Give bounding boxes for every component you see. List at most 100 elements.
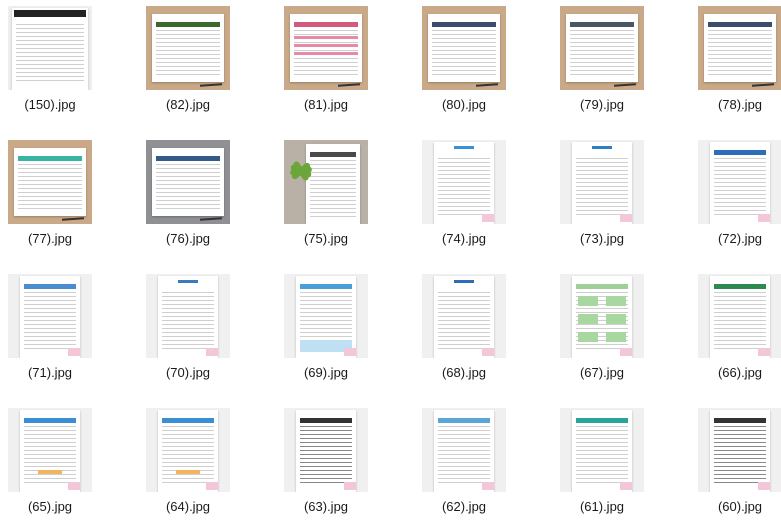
- file-tile[interactable]: (150).jpg: [3, 3, 141, 123]
- table-rule: [714, 470, 766, 471]
- image-thumbnail: [146, 408, 230, 492]
- table-rule: [24, 434, 76, 435]
- file-tile[interactable]: (81).jpg: [279, 3, 417, 123]
- file-tile[interactable]: (80).jpg: [417, 3, 555, 123]
- file-tile[interactable]: (64).jpg: [141, 405, 279, 525]
- table-rule: [18, 176, 82, 177]
- table-rule: [438, 190, 490, 191]
- table-rule: [570, 70, 634, 71]
- table-rule: [438, 336, 490, 337]
- table-rule: [708, 50, 772, 51]
- table-rule: [438, 340, 490, 341]
- table-rule: [570, 50, 634, 51]
- table-rule: [438, 478, 490, 479]
- table-rule: [576, 434, 628, 435]
- table-rule: [708, 34, 772, 35]
- table-rule: [714, 206, 766, 207]
- file-tile[interactable]: (61).jpg: [555, 405, 693, 525]
- file-tile[interactable]: (78).jpg: [693, 3, 781, 123]
- file-tile[interactable]: (74).jpg: [417, 137, 555, 257]
- table-rule: [438, 470, 490, 471]
- table-rule: [294, 62, 358, 63]
- table-rule: [156, 208, 220, 209]
- file-tile[interactable]: (72).jpg: [693, 137, 781, 257]
- table-rule: [714, 474, 766, 475]
- table-rule: [300, 466, 352, 467]
- green-cell: [606, 296, 626, 306]
- file-tile[interactable]: (65).jpg: [3, 405, 141, 525]
- file-tile[interactable]: (63).jpg: [279, 405, 417, 525]
- table-rule: [438, 474, 490, 475]
- file-tile[interactable]: (76).jpg: [141, 137, 279, 257]
- table-rule: [310, 164, 356, 165]
- table-rule: [162, 474, 214, 475]
- table-rule: [714, 442, 766, 443]
- table-rule: [714, 438, 766, 439]
- file-tile[interactable]: (71).jpg: [3, 271, 141, 391]
- table-rule: [576, 446, 628, 447]
- table-rule: [18, 208, 82, 209]
- table-rule: [570, 42, 634, 43]
- file-tile[interactable]: (70).jpg: [141, 271, 279, 391]
- table-rule: [24, 320, 76, 321]
- file-tile[interactable]: (66).jpg: [693, 271, 781, 391]
- file-tile[interactable]: (69).jpg: [279, 271, 417, 391]
- table-rule: [156, 70, 220, 71]
- table-rule: [438, 438, 490, 439]
- image-thumbnail: [422, 140, 506, 224]
- table-rule: [300, 320, 352, 321]
- file-name-label: (70).jpg: [165, 365, 211, 380]
- table-rule: [438, 206, 490, 207]
- table-rule: [438, 174, 490, 175]
- table-rule: [156, 54, 220, 55]
- table-rule: [162, 438, 214, 439]
- image-thumbnail: [698, 408, 781, 492]
- table-rule: [310, 172, 356, 173]
- table-rule: [162, 434, 214, 435]
- table-rule: [162, 458, 214, 459]
- title-mark: [454, 146, 474, 149]
- table-rule: [300, 458, 352, 459]
- header-band: [576, 284, 628, 289]
- table-rule: [156, 172, 220, 173]
- file-tile[interactable]: (73).jpg: [555, 137, 693, 257]
- table-rule: [310, 208, 356, 209]
- table-rule: [16, 60, 84, 61]
- document-page: [296, 276, 356, 358]
- table-rule: [576, 344, 628, 345]
- table-rule: [438, 316, 490, 317]
- table-rule: [294, 66, 358, 67]
- table-rule: [714, 162, 766, 163]
- table-rule: [18, 192, 82, 193]
- file-tile[interactable]: (77).jpg: [3, 137, 141, 257]
- document-page: [566, 14, 638, 82]
- header-band: [156, 22, 220, 27]
- decorative-corner: [620, 214, 632, 222]
- table-rule: [24, 332, 76, 333]
- table-rule: [708, 46, 772, 47]
- table-rule: [300, 312, 352, 313]
- file-tile[interactable]: (68).jpg: [417, 271, 555, 391]
- file-tile[interactable]: (79).jpg: [555, 3, 693, 123]
- image-thumbnail: [698, 6, 781, 90]
- table-rule: [576, 186, 628, 187]
- file-tile[interactable]: (75).jpg: [279, 137, 417, 257]
- decorative-corner: [620, 348, 632, 356]
- table-rule: [708, 74, 772, 75]
- table-rule: [438, 332, 490, 333]
- file-tile[interactable]: (82).jpg: [141, 3, 279, 123]
- table-rule: [24, 478, 76, 479]
- table-rule: [714, 292, 766, 293]
- document-page: [572, 276, 632, 358]
- table-rule: [294, 58, 358, 59]
- header-band: [310, 152, 356, 157]
- file-tile[interactable]: (62).jpg: [417, 405, 555, 525]
- table-rule: [708, 54, 772, 55]
- table-rule: [438, 312, 490, 313]
- table-rule: [714, 312, 766, 313]
- table-rule: [24, 304, 76, 305]
- file-tile[interactable]: (60).jpg: [693, 405, 781, 525]
- file-tile[interactable]: (67).jpg: [555, 271, 693, 391]
- table-rule: [18, 184, 82, 185]
- table-rule: [24, 344, 76, 345]
